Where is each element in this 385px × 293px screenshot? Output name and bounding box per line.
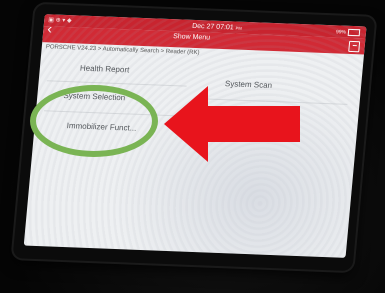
menu-item-online-function[interactable]: Online Function <box>214 133 271 144</box>
tablet-screen: ▣ ⊕ ▾ ◆ Dec 27 07:01 PM ‹ Show Menu 99% … <box>23 14 367 258</box>
menu-item-immobilizer-function[interactable]: Immobilizer Funct... <box>66 121 137 133</box>
page-title: Show Menu <box>172 33 211 42</box>
photo-frame: ▣ ⊕ ▾ ◆ Dec 27 07:01 PM ‹ Show Menu 99% … <box>0 0 385 293</box>
menu-divider <box>43 110 184 117</box>
tablet-device: ▣ ⊕ ▾ ◆ Dec 27 07:01 PM ‹ Show Menu 99% … <box>12 3 376 272</box>
menu-item-health-report[interactable]: Health Report <box>80 64 130 75</box>
battery-icon <box>347 28 361 37</box>
menu-divider <box>46 80 187 87</box>
menu-item-system-selection[interactable]: System Selection <box>63 91 126 102</box>
battery-indicator: 99% <box>336 28 361 37</box>
menu-divider <box>197 98 348 105</box>
back-chevron-icon[interactable]: ‹ <box>47 20 62 36</box>
exit-icon[interactable] <box>348 40 361 53</box>
menu-item-system-scan[interactable]: System Scan <box>225 79 273 90</box>
